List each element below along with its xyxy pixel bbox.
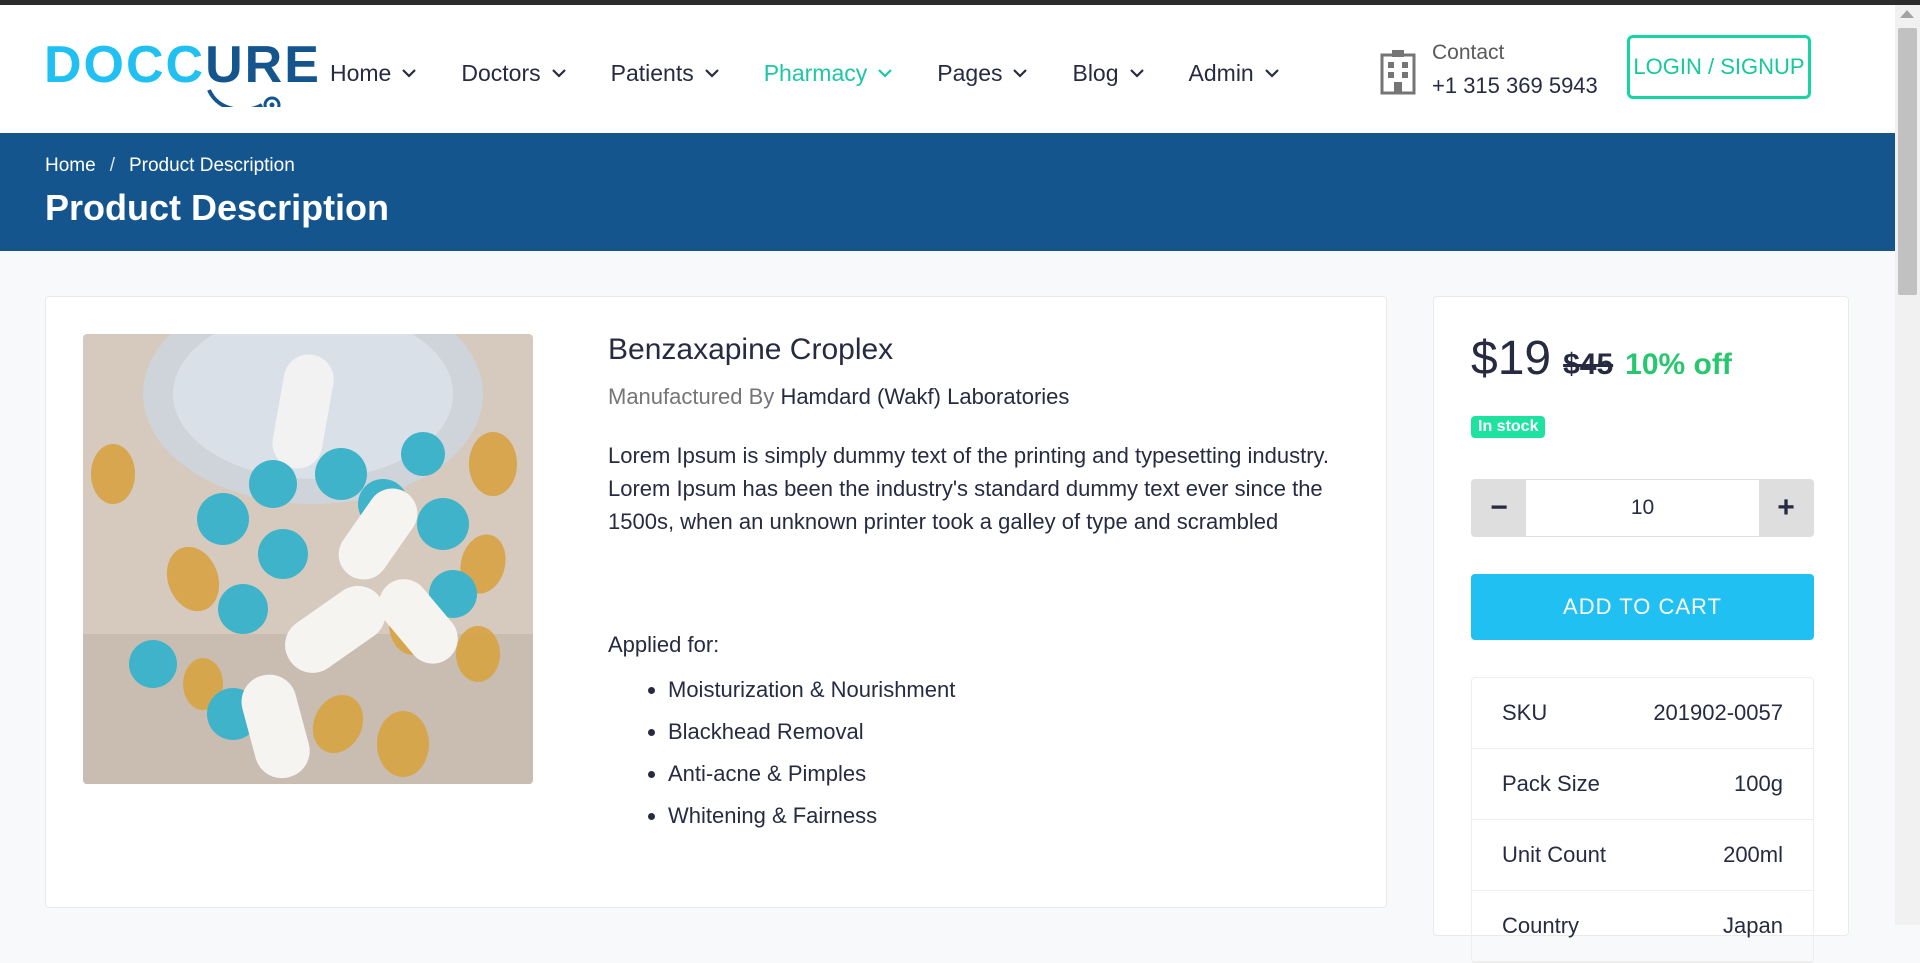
scroll-up-arrow-icon[interactable] [1900,10,1914,18]
breadcrumb: Home / Product Description [45,155,295,177]
contact-label: Contact [1432,41,1505,64]
product-description: Lorem Ipsum is simply dummy text of the … [608,443,1330,534]
product-image[interactable] [83,334,533,784]
product-card: Benzaxapine Croplex Manufactured By Hamd… [45,296,1387,908]
chevron-down-icon [551,69,566,78]
chevron-down-icon [878,69,893,78]
stethoscope-icon [207,89,281,107]
hospital-icon [1380,50,1416,95]
product-name: Benzaxapine Croplex [608,333,894,366]
nav-admin[interactable]: Admin [1189,55,1280,91]
product-specs-table: SKU 201902-0057 Pack Size 100g Unit Coun… [1471,677,1814,963]
nav-pharmacy[interactable]: Pharmacy [764,55,894,91]
contact-phone[interactable]: +1 315 369 5943 [1432,73,1598,99]
increase-quantity-button[interactable]: + [1759,480,1813,536]
nav-pages[interactable]: Pages [937,55,1028,91]
chevron-down-icon [1013,69,1028,78]
list-item: Blackhead Removal [668,711,955,753]
nav-home-label: Home [330,59,392,86]
breadcrumb-home-link[interactable]: Home [45,155,96,177]
price-block: $19 $45 10% off [1471,331,1732,386]
chevron-down-icon [704,69,719,78]
quantity-stepper: − 10 + [1471,479,1814,537]
spec-label: Unit Count [1502,842,1606,867]
breadcrumb-current: Product Description [128,155,295,176]
spec-value: 201902-0057 [1653,700,1783,725]
list-item: Whitening & Fairness [668,795,955,837]
table-row: Unit Count 200ml [1472,820,1813,891]
manufacturer-line: Manufactured By Hamdard (Wakf) Laborator… [608,384,1069,410]
chevron-down-icon [1264,69,1279,78]
nav-doctors-label: Doctors [461,59,541,86]
breadcrumb-separator: / [109,155,115,176]
scrollbar-thumb[interactable] [1898,28,1917,295]
quantity-input[interactable]: 10 [1526,480,1759,536]
current-price: $19 [1471,332,1552,385]
discount-label: 10% off [1625,348,1732,381]
nav-doctors[interactable]: Doctors [461,55,566,91]
nav-admin-label: Admin [1188,59,1254,86]
login-signup-button[interactable]: LOGIN / SIGNUP [1627,35,1811,99]
original-price: $45 [1563,348,1614,381]
table-row: Pack Size 100g [1472,749,1813,820]
add-to-cart-button[interactable]: ADD TO CART [1471,574,1814,640]
nav-patients-label: Patients [610,59,694,86]
header-contact: Contact +1 315 369 5943 [1378,41,1598,111]
main-nav: Home Doctors Patients Pharmacy Pages Blo… [330,55,1324,91]
table-row: SKU 201902-0057 [1472,678,1813,749]
nav-blog[interactable]: Blog [1072,55,1144,91]
applied-for-list: Moisturization & Nourishment Blackhead R… [608,669,955,837]
list-item: Anti-acne & Pimples [668,753,955,795]
nav-home[interactable]: Home [330,55,417,91]
purchase-panel: $19 $45 10% off In stock − 10 + ADD TO C… [1433,296,1849,963]
nav-blog-label: Blog [1072,59,1119,86]
site-header: DOCCURE Home Doctors Patients Pharmacy P… [0,5,1895,133]
decrease-quantity-button[interactable]: − [1472,480,1526,536]
pills-image [83,334,533,784]
nav-pages-label: Pages [937,59,1003,86]
spec-value: Japan [1723,913,1783,938]
manufactured-by-label: Manufactured By [608,384,775,409]
spec-value: 100g [1734,771,1783,796]
manufacturer-name: Hamdard (Wakf) Laboratories [780,384,1070,409]
spec-label: SKU [1502,700,1548,725]
doccure-logo[interactable]: DOCCURE [44,35,319,107]
nav-pharmacy-label: Pharmacy [763,59,868,86]
chevron-down-icon [402,69,417,78]
page-title: Product Description [45,187,390,228]
spec-label: Pack Size [1502,771,1600,796]
breadcrumb-bar: Home / Product Description Product Descr… [0,133,1895,251]
spec-label: Country [1502,913,1580,938]
list-item: Moisturization & Nourishment [668,669,955,711]
table-row: Country Japan [1472,891,1813,962]
stock-badge: In stock [1471,416,1546,438]
nav-patients[interactable]: Patients [611,55,720,91]
spec-value: 200ml [1723,842,1783,867]
applied-for-label: Applied for: [608,632,720,657]
chevron-down-icon [1129,69,1144,78]
